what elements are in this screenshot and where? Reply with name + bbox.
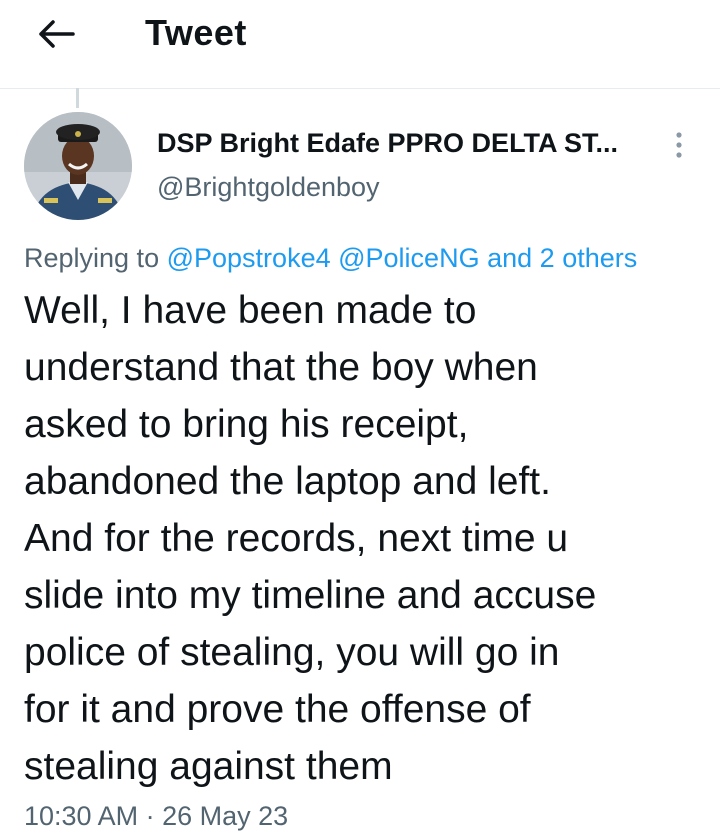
- police-officer-avatar-image: [24, 112, 132, 220]
- arrow-left-icon: [39, 20, 75, 48]
- meta-separator: ·: [145, 801, 155, 831]
- back-button[interactable]: [32, 14, 80, 54]
- page-title: Tweet: [145, 12, 247, 53]
- avatar[interactable]: [24, 112, 132, 220]
- reply-and-text: and: [487, 243, 533, 273]
- mention-link[interactable]: @PoliceNG: [338, 243, 479, 273]
- author-name[interactable]: DSP Bright Edafe PPRO DELTA ST...: [157, 128, 618, 159]
- reply-prefix: Replying to: [24, 243, 160, 273]
- others-link[interactable]: 2 others: [540, 243, 638, 273]
- tweet-timestamp[interactable]: 10:30 AM · 26 May 23: [24, 801, 288, 832]
- tweet-time: 10:30 AM: [24, 801, 139, 831]
- top-bar: Tweet: [0, 0, 720, 89]
- thread-connector-line: [76, 88, 79, 108]
- mention-link[interactable]: @Popstroke4: [167, 243, 331, 273]
- reply-context: Replying to @Popstroke4 @PoliceNG and 2 …: [24, 243, 637, 274]
- more-options-button[interactable]: [664, 128, 694, 162]
- tweet-date: 26 May 23: [162, 801, 289, 831]
- tweet-text: Well, I have been made to understand tha…: [24, 289, 597, 788]
- vertical-ellipsis-icon: [676, 132, 682, 158]
- author-handle[interactable]: @Brightgoldenboy: [157, 172, 380, 203]
